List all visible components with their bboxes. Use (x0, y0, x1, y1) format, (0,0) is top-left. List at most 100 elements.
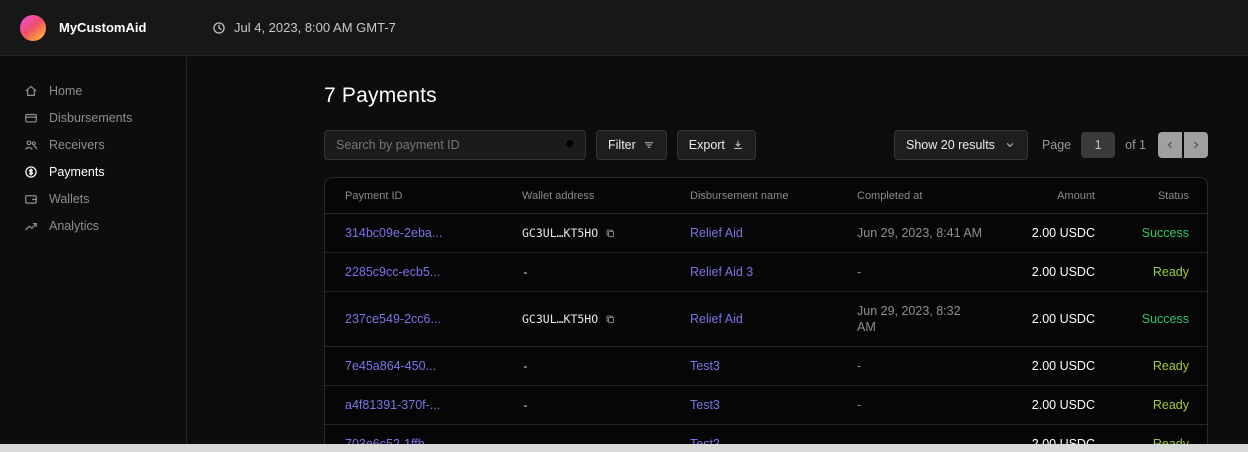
export-button[interactable]: Export (677, 130, 756, 160)
table-body: 314bc09e-2eba... GC3UL…KT5HO Relief Aid … (325, 214, 1207, 452)
wallet-address-cell: - (522, 265, 690, 280)
page-title: 7 Payments (324, 84, 1208, 108)
wallet-address-cell: GC3UL…KT5HO (522, 312, 690, 327)
page-number-input[interactable] (1081, 132, 1115, 158)
status-badge: Success (1095, 226, 1189, 241)
column-header: Completed at (857, 190, 1005, 202)
completed-at: - (857, 358, 1005, 374)
copy-icon[interactable] (605, 314, 616, 325)
sidebar-item-label: Wallets (49, 192, 90, 206)
chevron-left-icon (1164, 139, 1176, 151)
table-header: Payment IDWallet addressDisbursement nam… (325, 178, 1207, 214)
window-bottom-edge (0, 444, 1248, 452)
sidebar-item-wallets[interactable]: Wallets (0, 185, 186, 212)
sidebar-item-home[interactable]: Home (0, 77, 186, 104)
disbursements-icon (24, 111, 38, 125)
completed-at: - (857, 264, 1005, 280)
page-label: Page (1042, 138, 1071, 152)
status-badge: Ready (1095, 359, 1189, 374)
app-window: MyCustomAid Jul 4, 2023, 8:00 AM GMT-7 H… (0, 0, 1248, 452)
amount: 2.00 USDC (1005, 398, 1095, 413)
top-bar: MyCustomAid Jul 4, 2023, 8:00 AM GMT-7 (0, 0, 1248, 56)
status-badge: Ready (1095, 398, 1189, 413)
column-header: Disbursement name (690, 190, 857, 202)
sidebar-item-label: Payments (49, 165, 105, 179)
main-content: 7 Payments Filter Export (188, 57, 1248, 444)
search-icon (564, 138, 577, 151)
amount: 2.00 USDC (1005, 226, 1095, 241)
payment-id-link[interactable]: 7e45a864-450... (345, 359, 522, 374)
sidebar-item-receivers[interactable]: Receivers (0, 131, 186, 158)
column-header: Wallet address (522, 190, 690, 202)
header-datetime-label: Jul 4, 2023, 8:00 AM GMT-7 (234, 20, 396, 35)
wallet-address: - (522, 265, 529, 280)
table-row: 2285c9cc-ecb5... - Relief Aid 3 - 2.00 U… (325, 253, 1207, 292)
next-page-button[interactable] (1184, 132, 1208, 158)
amount: 2.00 USDC (1005, 312, 1095, 327)
table-row: 237ce549-2cc6... GC3UL…KT5HO Relief Aid … (325, 292, 1207, 347)
sidebar-item-analytics[interactable]: Analytics (0, 212, 186, 239)
wallet-address: - (522, 359, 529, 374)
disbursement-link[interactable]: Test3 (690, 359, 857, 374)
clock-icon (212, 21, 226, 35)
sidebar-item-label: Disbursements (49, 111, 132, 125)
payment-id-link[interactable]: 314bc09e-2eba... (345, 226, 522, 241)
header-datetime: Jul 4, 2023, 8:00 AM GMT-7 (212, 20, 396, 35)
wallet-address: - (522, 398, 529, 413)
page-of-label: of 1 (1125, 138, 1146, 152)
filter-button-label: Filter (608, 138, 636, 152)
sidebar-item-payments[interactable]: Payments (0, 158, 186, 185)
wallet-address-cell: - (522, 398, 690, 413)
disbursement-link[interactable]: Relief Aid (690, 226, 857, 241)
sidebar-item-label: Analytics (49, 219, 99, 233)
completed-at: Jun 29, 2023, 8:32 AM (857, 303, 1005, 335)
chevron-down-icon (1004, 139, 1016, 151)
payment-id-link[interactable]: 2285c9cc-ecb5... (345, 265, 522, 280)
filter-button[interactable]: Filter (596, 130, 667, 160)
sidebar-item-label: Home (49, 84, 82, 98)
status-badge: Ready (1095, 265, 1189, 280)
table-row: 7e45a864-450... - Test3 - 2.00 USDC Read… (325, 347, 1207, 386)
amount: 2.00 USDC (1005, 265, 1095, 280)
app-logo (20, 15, 46, 41)
wallet-address-cell: - (522, 359, 690, 374)
wallet-address: GC3UL…KT5HO (522, 226, 598, 241)
filter-icon (643, 139, 655, 151)
table-row: 314bc09e-2eba... GC3UL…KT5HO Relief Aid … (325, 214, 1207, 253)
completed-at: - (857, 397, 1005, 413)
wallet-address: GC3UL…KT5HO (522, 312, 598, 327)
home-icon (24, 84, 38, 98)
export-icon (732, 139, 744, 151)
disbursement-link[interactable]: Relief Aid 3 (690, 265, 857, 280)
receivers-icon (24, 138, 38, 152)
payments-icon (24, 165, 38, 179)
search-wrap (324, 130, 586, 160)
column-header: Amount (1005, 190, 1095, 202)
sidebar-item-label: Receivers (49, 138, 105, 152)
disbursement-link[interactable]: Test3 (690, 398, 857, 413)
amount: 2.00 USDC (1005, 359, 1095, 374)
chevron-right-icon (1190, 139, 1202, 151)
prev-page-button[interactable] (1158, 132, 1182, 158)
payments-table: Payment IDWallet addressDisbursement nam… (324, 177, 1208, 452)
column-header: Status (1095, 190, 1189, 202)
analytics-icon (24, 219, 38, 233)
payment-id-link[interactable]: a4f81391-370f-... (345, 398, 522, 413)
pagination-controls (1158, 132, 1208, 158)
copy-icon[interactable] (605, 228, 616, 239)
payment-id-link[interactable]: 237ce549-2cc6... (345, 312, 522, 327)
results-per-page-select[interactable]: Show 20 results (894, 130, 1028, 160)
column-header: Payment ID (345, 190, 522, 202)
search-input[interactable] (324, 130, 586, 160)
sidebar-item-disbursements[interactable]: Disbursements (0, 104, 186, 131)
status-badge: Success (1095, 312, 1189, 327)
toolbar: Filter Export Show 20 results Page (324, 130, 1208, 160)
sidebar: Home Disbursements Receivers Payments Wa… (0, 57, 187, 444)
wallets-icon (24, 192, 38, 206)
completed-at: Jun 29, 2023, 8:41 AM (857, 225, 1005, 241)
results-per-page-label: Show 20 results (906, 138, 995, 152)
disbursement-link[interactable]: Relief Aid (690, 312, 857, 327)
export-button-label: Export (689, 138, 725, 152)
sidebar-nav: Home Disbursements Receivers Payments Wa… (0, 77, 186, 239)
wallet-address-cell: GC3UL…KT5HO (522, 226, 690, 241)
